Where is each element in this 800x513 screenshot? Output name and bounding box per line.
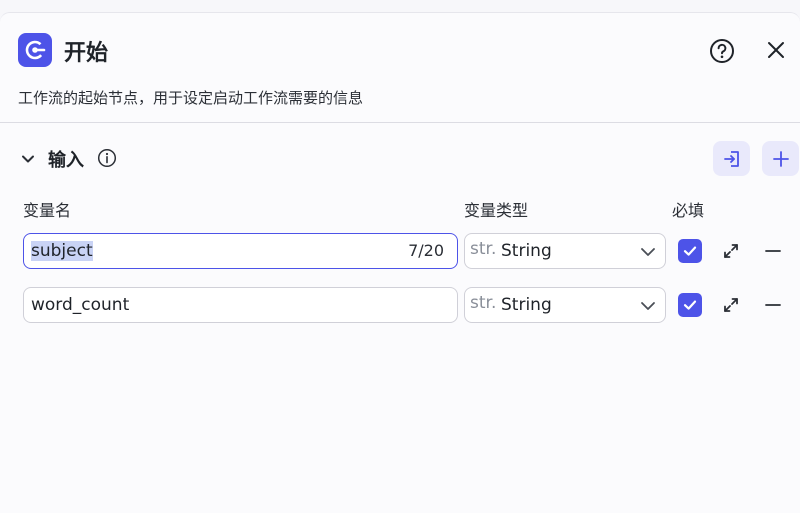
variable-name-input[interactable]: word_count (23, 287, 458, 323)
checkmark-icon (683, 300, 697, 310)
type-value: String (501, 241, 552, 261)
variable-name-value: subject (31, 241, 93, 261)
page-title: 开始 (64, 41, 109, 66)
close-button[interactable] (765, 39, 787, 61)
required-checkbox[interactable] (678, 293, 702, 317)
column-header-name: 变量名 (23, 201, 72, 220)
variable-name-input[interactable]: subject 7/20 (23, 233, 458, 269)
node-description: 工作流的起始节点，用于设定启动工作流需要的信息 (18, 89, 364, 107)
help-button[interactable] (709, 38, 735, 64)
type-prefix: str. (470, 239, 497, 259)
expand-row-button[interactable] (722, 242, 740, 260)
char-counter: 7/20 (408, 241, 444, 260)
expand-row-button[interactable] (722, 296, 740, 314)
checkmark-icon (683, 246, 697, 256)
remove-row-button[interactable] (764, 242, 782, 260)
required-checkbox[interactable] (678, 239, 702, 263)
minus-icon (765, 250, 781, 252)
type-prefix: str. (470, 293, 497, 313)
chevron-down-icon (641, 302, 655, 310)
plus-icon (772, 150, 789, 167)
info-circle-icon[interactable] (97, 148, 117, 168)
chevron-down-icon (641, 248, 655, 256)
variable-type-select[interactable]: str. String (464, 233, 666, 269)
variable-type-select[interactable]: str. String (464, 287, 666, 323)
expand-arrows-icon (724, 244, 738, 258)
panel-header: 开始 工作流的起始节点，用于设定启动工作流需要的信息 (0, 13, 800, 123)
variable-name-value: word_count (31, 295, 130, 315)
remove-row-button[interactable] (764, 296, 782, 314)
inputs-section-title: 输入 (48, 150, 84, 171)
import-icon (723, 150, 739, 167)
minus-icon (765, 304, 781, 306)
expand-arrows-icon (724, 298, 738, 312)
column-header-required: 必填 (672, 201, 705, 220)
question-circle-icon (710, 39, 734, 63)
close-icon (768, 42, 784, 58)
variable-row: word_count str. String (0, 287, 800, 323)
type-value: String (501, 295, 552, 315)
column-header-type: 变量类型 (464, 201, 529, 220)
add-variable-button[interactable] (762, 141, 799, 176)
start-node-panel: 开始 工作流的起始节点，用于设定启动工作流需要的信息 输入 变量名 变量类型 必… (0, 12, 800, 513)
import-variables-button[interactable] (713, 141, 750, 176)
inputs-collapse-toggle[interactable] (18, 149, 38, 169)
chevron-down-icon (22, 155, 34, 163)
start-node-icon (18, 33, 52, 67)
variable-row: subject 7/20 str. String (0, 233, 800, 269)
